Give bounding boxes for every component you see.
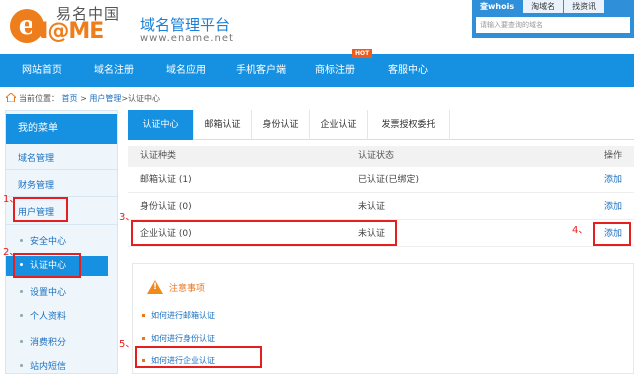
highlight-company-auth-row [131, 220, 397, 246]
sidebar: 我的菜单 域名管理 财务管理 用户管理 安全中心 认证中心 设置中心 个人资料 … [5, 110, 118, 374]
highlight-user-management [13, 197, 68, 222]
highlight-auth-center [13, 253, 81, 278]
warning-icon [147, 280, 163, 294]
tab-identity-auth[interactable]: 身份认证 [252, 110, 310, 140]
logo-english-name: N@ME [30, 19, 104, 44]
column-header-action: 操作 [604, 151, 623, 161]
sidebar-sub-points[interactable]: 消费积分 [6, 333, 117, 353]
auth-type: 邮箱认证 (1) [140, 175, 192, 185]
help-link-email-auth[interactable]: 如何进行邮箱认证 [142, 310, 215, 321]
sidebar-sub-settings-center[interactable]: 设置中心 [6, 283, 117, 303]
nav-mobile-client[interactable]: 手机客户端 [236, 54, 286, 87]
bullet-icon [20, 340, 23, 343]
sidebar-divider [6, 224, 117, 225]
help-link-identity-auth[interactable]: 如何进行身份认证 [142, 333, 215, 344]
annotation-3: 3、 [119, 212, 136, 223]
sidebar-sub-messages[interactable]: 站内短信 [6, 357, 117, 377]
nav-home[interactable]: 网站首页 [22, 54, 62, 87]
breadcrumb-user-management[interactable]: 用户管理 [89, 94, 121, 103]
table-row: 邮箱认证 (1) 已认证(已绑定) 添加 [128, 167, 634, 193]
header: e 易名中国 N@ME 域名管理平台 www.ename.net 查whois … [0, 0, 634, 52]
home-icon [6, 93, 16, 102]
tab-auth-center[interactable]: 认证中心 [128, 110, 194, 140]
search-tab-whois[interactable]: 查whois [472, 0, 523, 13]
add-email-auth-link[interactable]: 添加 [604, 167, 622, 193]
tab-email-auth[interactable]: 邮箱认证 [194, 110, 252, 140]
sidebar-sub-label: 安全中心 [30, 237, 67, 247]
table-header: 认证种类 认证状态 操作 [128, 146, 634, 167]
sidebar-sub-security-center[interactable]: 安全中心 [6, 232, 117, 252]
sidebar-item-finance-management[interactable]: 财务管理 [18, 178, 54, 191]
search-tabs: 查whois 淘域名 找资讯 [472, 0, 634, 13]
ename-logo[interactable]: e 易名中国 N@ME [10, 3, 132, 47]
nav-domain-apps[interactable]: 域名应用 [166, 54, 206, 87]
search-box: 查whois 淘域名 找资讯 请输入要查询的域名 [472, 0, 634, 38]
nav-trademark[interactable]: 商标注册 [315, 54, 355, 87]
sidebar-title: 我的菜单 [6, 114, 117, 144]
column-header-status: 认证状态 [358, 151, 395, 161]
sidebar-sub-label: 设置中心 [30, 288, 67, 298]
column-header-type: 认证种类 [140, 151, 177, 161]
highlight-company-auth-help [135, 346, 262, 368]
breadcrumb: 当前位置： 首页 > 用户管理>认证中心 [6, 92, 160, 106]
breadcrumb-prefix: 当前位置： [19, 94, 59, 103]
search-tab-news[interactable]: 找资讯 [564, 0, 605, 13]
search-input[interactable]: 请输入要查询的域名 [476, 17, 630, 33]
sidebar-sub-label: 消费积分 [30, 338, 67, 348]
nav-domain-register[interactable]: 域名注册 [94, 54, 134, 87]
auth-status: 未认证 [358, 202, 386, 212]
auth-status: 已认证(已绑定) [358, 175, 420, 185]
annotation-1: 1、 [3, 194, 20, 205]
hot-badge: HOT [352, 49, 373, 58]
breadcrumb-current: >认证中心 [121, 94, 161, 103]
auth-tabs: 认证中心 邮箱认证 身份认证 企业认证 发票授权委托 [128, 110, 634, 140]
bullet-icon [20, 239, 23, 242]
annotation-4: 4、 [572, 225, 589, 236]
site-title: 域名管理平台 [140, 16, 231, 34]
site-url: www.ename.net [140, 33, 234, 44]
breadcrumb-separator: > [80, 94, 87, 103]
highlight-add-link [593, 222, 631, 246]
notice-title-text: 注意事项 [169, 284, 206, 294]
sidebar-sub-label: 个人资料 [30, 312, 67, 322]
table-row: 身份认证 (0) 未认证 添加 [128, 194, 634, 220]
breadcrumb-home[interactable]: 首页 [62, 94, 78, 103]
bullet-icon [20, 314, 23, 317]
sidebar-sub-label: 站内短信 [30, 362, 67, 372]
sidebar-divider [6, 169, 117, 170]
annotation-2: 2、 [3, 247, 20, 258]
tab-invoice-authorization[interactable]: 发票授权委托 [368, 110, 450, 140]
sidebar-sub-profile[interactable]: 个人资料 [6, 307, 117, 327]
bullet-icon [20, 290, 23, 293]
add-identity-auth-link[interactable]: 添加 [604, 194, 622, 220]
sidebar-item-domain-management[interactable]: 域名管理 [18, 151, 54, 164]
tab-company-auth[interactable]: 企业认证 [310, 110, 368, 140]
annotation-5: 5、 [119, 339, 136, 350]
nav-support[interactable]: 客服中心 [388, 54, 428, 87]
main-nav: 网站首页 域名注册 域名应用 手机客户端 商标注册 客服中心 [0, 54, 634, 87]
search-tab-domains[interactable]: 淘域名 [523, 0, 564, 13]
auth-type: 身份认证 (0) [140, 202, 192, 212]
notice-title: 注意事项 [147, 280, 205, 294]
bullet-icon [20, 364, 23, 367]
